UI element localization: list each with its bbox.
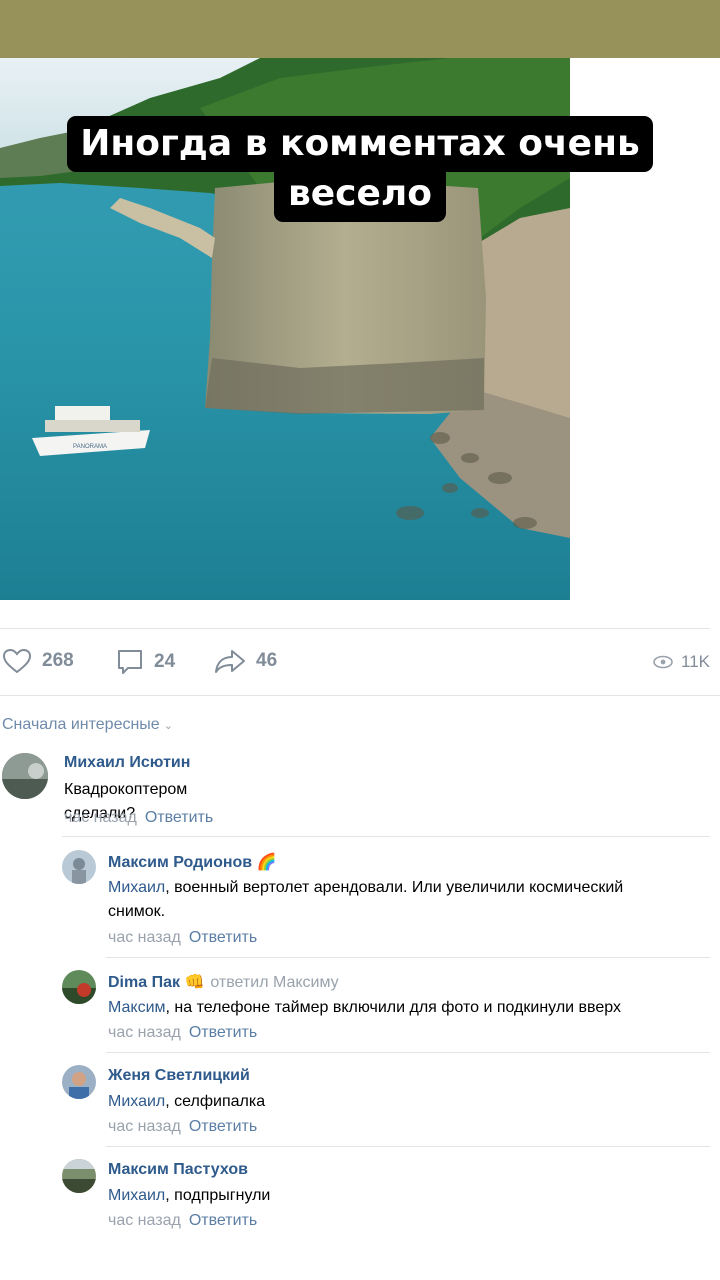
chevron-down-icon: ⌄: [163, 720, 173, 732]
reply-button[interactable]: Ответить: [189, 1118, 257, 1135]
author-name: Dima Пак: [108, 974, 180, 991]
comment-text: Михаил, военный вертолет арендовали. Или…: [108, 876, 708, 924]
reply-button[interactable]: Ответить: [189, 1212, 257, 1229]
comment-icon: [118, 650, 142, 674]
author-badge: 🌈: [256, 854, 277, 871]
comments-sort-dropdown[interactable]: Сначала интересные ⌄: [2, 716, 173, 734]
mention-link[interactable]: Максим: [108, 999, 166, 1016]
boat-name: PANORAMA: [73, 444, 107, 450]
comment-time: час назад: [108, 1212, 181, 1229]
caption-line-1: Иногда в комментах очень: [67, 116, 653, 172]
comment-text: Михаил, подпрыгнули: [108, 1184, 708, 1208]
text-line-1: , селфипалка: [165, 1093, 266, 1110]
mention-link[interactable]: Михаил: [108, 1187, 165, 1204]
caption-line-2: весело: [273, 166, 447, 222]
author-name: Максим Родионов: [108, 854, 253, 871]
like-button[interactable]: 268: [2, 648, 74, 674]
share-button[interactable]: 46: [214, 648, 277, 674]
reply-to-label[interactable]: ответил Максиму: [210, 974, 338, 991]
divider: [62, 836, 710, 837]
avatar[interactable]: [62, 1159, 96, 1193]
comment-time: час назад: [108, 1118, 181, 1135]
comment-meta: час назад Ответить: [108, 1212, 257, 1230]
comment-text: Максим, на телефоне таймер включили для …: [108, 996, 708, 1020]
views-counter: 11K: [653, 652, 710, 672]
reply-button[interactable]: Ответить: [189, 929, 257, 946]
comment-text: Михаил, селфипалка: [108, 1090, 708, 1114]
shares-count: 46: [256, 650, 278, 671]
mention-link[interactable]: Михаил: [108, 1093, 165, 1110]
eye-icon: [653, 655, 673, 669]
likes-count: 268: [42, 650, 74, 671]
comment-author[interactable]: Dima Пак 👊 ответил Максиму: [108, 972, 339, 992]
author-badge: 👊: [184, 974, 205, 991]
comment-author[interactable]: Женя Светлицкий: [108, 1067, 250, 1085]
comment-meta: час назад Ответить: [64, 809, 213, 827]
sort-label: Сначала интересные: [2, 716, 160, 733]
divider: [0, 628, 710, 629]
avatar[interactable]: [62, 850, 96, 884]
share-icon: [215, 650, 245, 673]
views-count: 11K: [681, 652, 710, 671]
mention-link[interactable]: Михаил: [108, 879, 165, 896]
comment-button[interactable]: 24: [116, 648, 175, 676]
reply-button[interactable]: Ответить: [189, 1024, 257, 1041]
comment-time: час назад: [108, 929, 181, 946]
top-band: [0, 0, 720, 58]
comments-count: 24: [154, 651, 176, 672]
text-line-1: , на телефоне таймер включили для фото и…: [165, 999, 621, 1016]
divider: [106, 1146, 710, 1147]
divider: [106, 1052, 710, 1053]
comment-author[interactable]: Михаил Исютин: [64, 754, 190, 772]
comment-author[interactable]: Максим Родионов 🌈: [108, 852, 276, 872]
comment-author[interactable]: Максим Пастухов: [108, 1161, 248, 1179]
caption-overlay: Иногда в комментах очень весело: [0, 116, 720, 222]
avatar[interactable]: [62, 970, 96, 1004]
text-line-2: снимок.: [108, 903, 166, 920]
text-line-1: , подпрыгнули: [165, 1187, 271, 1204]
divider: [0, 695, 720, 696]
text-line-1: , военный вертолет арендовали. Или увели…: [165, 879, 624, 896]
divider: [106, 957, 710, 958]
comment-meta: час назад Ответить: [108, 1024, 257, 1042]
comment-time: час назад: [64, 809, 137, 826]
heart-icon: [2, 648, 32, 674]
avatar[interactable]: [62, 1065, 96, 1099]
comment-meta: час назад Ответить: [108, 929, 257, 947]
reply-button[interactable]: Ответить: [145, 809, 213, 826]
avatar[interactable]: [2, 753, 48, 799]
post-actions: 268 24 46 11K: [0, 640, 720, 684]
comment-meta: час назад Ответить: [108, 1118, 257, 1136]
comment-time: час назад: [108, 1024, 181, 1041]
bottom-band: [0, 1236, 720, 1280]
